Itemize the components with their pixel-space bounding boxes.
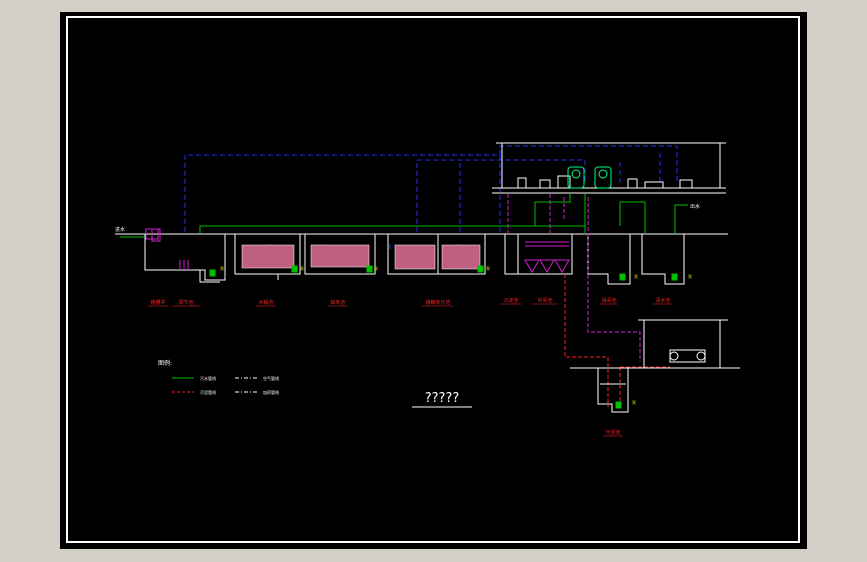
unit-label-sludge-tank: 污泥池 [605, 429, 620, 436]
screen-bars [145, 228, 189, 270]
sludge-piping [564, 274, 670, 407]
unit-label-anoxic: 缺氧池 [330, 299, 345, 306]
legend-sludge-label: 污泥管线 [200, 389, 216, 395]
drawing-title-group: ????? [412, 391, 472, 408]
unit-label-clear-water: 清水池 [655, 297, 670, 304]
inlet-label: 进水 [115, 226, 125, 233]
legend-dosing-label: 加药管线 [263, 389, 279, 395]
unit-label-hydrolysis: 水解池 [258, 299, 273, 306]
sludge-tank-walls [597, 368, 629, 413]
pump-tag: 泵 [634, 274, 638, 279]
outlet-label: 出水 [690, 203, 700, 210]
water-piping [120, 194, 688, 238]
dewatering-room [570, 319, 740, 369]
cad-viewer: 进水 出水 泵 泵 泵 泵 泵 泵 泵 格栅井 调节池 水解池 缺氧池 接触氧化… [0, 0, 867, 562]
pumps [209, 265, 678, 409]
legend: 图例: 污水管线 污泥管线 空气管线 加药管线 [158, 359, 279, 395]
unit-label-equalization: 调节池 [178, 299, 193, 306]
legend-water-label: 污水管线 [200, 375, 216, 381]
pump-tag: 泵 [632, 400, 636, 405]
sheet-border [66, 16, 800, 543]
process-flow-drawing: 进水 出水 泵 泵 泵 泵 泵 泵 泵 格栅井 调节池 水解池 缺氧池 接触氧化… [66, 16, 800, 543]
legend-title: 图例: [158, 359, 172, 367]
unit-label-settling: 沉淀池 [503, 297, 518, 304]
legend-air-label: 空气管线 [263, 375, 279, 381]
drawing-title: ????? [425, 391, 460, 406]
unit-label-contact-oxidation: 接触氧化池 [425, 299, 450, 306]
label-underlines [148, 303, 673, 437]
blower-room [492, 142, 726, 194]
unit-labels: 格栅井 调节池 水解池 缺氧池 接触氧化池 沉淀池 中间池 消毒池 清水池 污泥… [150, 297, 670, 436]
pump-tag: 泵 [374, 266, 378, 271]
unit-label-disinfection: 消毒池 [601, 297, 616, 304]
pump-tag: 泵 [300, 266, 304, 271]
media-fill [241, 244, 481, 270]
unit-label-intermediate: 中间池 [537, 297, 552, 304]
unit-label-screen: 格栅井 [150, 299, 165, 306]
settling-hoppers [524, 241, 570, 273]
dosing-tanks [567, 166, 612, 189]
drawing-sheet: 进水 出水 泵 泵 泵 泵 泵 泵 泵 格栅井 调节池 水解池 缺氧池 接触氧化… [60, 12, 807, 549]
pump-tag: 泵 [220, 266, 224, 271]
pump-tag: 泵 [486, 266, 490, 271]
pump-tag: 泵 [688, 274, 692, 279]
